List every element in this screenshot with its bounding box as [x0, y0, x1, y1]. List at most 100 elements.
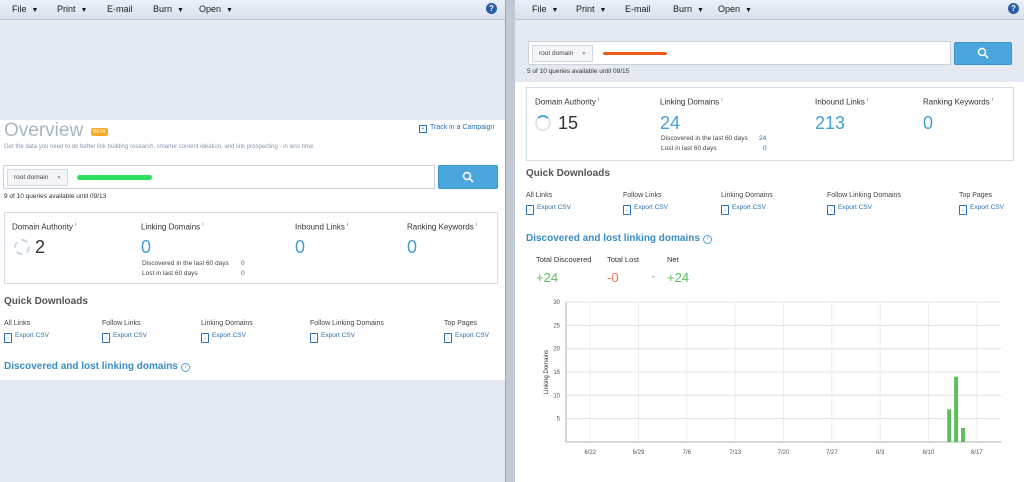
quick-downloads-heading: Quick Downloads: [526, 168, 610, 179]
overview-card: Overview BETA + Track in a Campaign Get t…: [0, 120, 505, 380]
domain-authority-value: 2: [35, 237, 46, 257]
ranking-keywords-value: 0: [923, 113, 934, 133]
info-icon[interactable]: i: [721, 97, 722, 103]
download-icon: ↓: [4, 333, 12, 343]
search-icon: [462, 171, 474, 183]
export-label: Export CSV: [113, 332, 147, 339]
export-csv-follow-links[interactable]: ↓ Export CSV: [102, 332, 147, 343]
export-csv-linking-domains[interactable]: ↓ Export CSV: [201, 332, 246, 343]
search-input[interactable]: root domain ▼: [3, 165, 435, 189]
email-menu[interactable]: E-mail: [107, 4, 133, 14]
blank-area: [0, 20, 505, 120]
export-label: Export CSV: [321, 332, 355, 339]
inbound-links-label: Inbound Links i: [815, 97, 868, 107]
info-icon[interactable]: i: [202, 222, 203, 228]
download-label-follow-links: Follow Links: [102, 320, 141, 327]
stats-separator: -: [652, 272, 655, 281]
help-icon[interactable]: ?: [486, 3, 497, 14]
chart-bar: [947, 409, 952, 442]
info-icon[interactable]: i: [598, 97, 599, 103]
search-button[interactable]: [438, 165, 498, 189]
track-campaign-link[interactable]: + Track in a Campaign: [419, 124, 494, 133]
export-csv-follow-links[interactable]: ↓ Export CSV: [623, 204, 668, 215]
plus-icon: +: [419, 125, 427, 133]
print-menu[interactable]: Print ▼: [576, 4, 606, 14]
info-icon[interactable]: i: [702, 235, 712, 244]
download-label-follow-links: Follow Links: [623, 192, 662, 199]
metrics-panel: Domain Authority i 2 Linking Domains i 0…: [4, 212, 498, 284]
right-browser-pane: File ▼ Print ▼ E-mail Burn ▼ Open ▼ ? root d…: [515, 0, 1024, 482]
file-menu[interactable]: File ▼: [12, 4, 38, 14]
export-csv-top-pages[interactable]: ↓ Export CSV: [959, 204, 1004, 215]
open-menu[interactable]: Open ▼: [718, 4, 752, 14]
info-icon[interactable]: i: [992, 97, 993, 103]
discovered-value[interactable]: 0: [241, 260, 245, 267]
export-csv-follow-linking-domains[interactable]: ↓ Export CSV: [827, 204, 872, 215]
export-label: Export CSV: [15, 332, 49, 339]
download-label-linking-domains: Linking Domains: [721, 192, 773, 199]
total-discovered-value: +24: [536, 270, 559, 285]
info-icon[interactable]: i: [476, 222, 477, 228]
page-title: Overview: [4, 120, 84, 141]
search-area: root domain ▼ 5 of 10 queries available u…: [515, 20, 1024, 82]
label-text: Ranking Keywords: [923, 97, 990, 107]
scope-label: root domain: [14, 174, 49, 181]
discovered-value[interactable]: 24: [759, 135, 766, 142]
x-tick-label: 7/6: [683, 450, 692, 456]
x-tick-label: 7/13: [729, 450, 741, 456]
lost-value[interactable]: 0: [241, 270, 245, 277]
metrics-panel: Domain Authority i 15 Linking Domains i …: [526, 87, 1014, 161]
burn-menu-label: Burn: [673, 4, 693, 14]
query-quota: 5 of 10 queries available until 09/15: [527, 68, 630, 75]
linking-domains-label: Linking Domains i: [141, 222, 204, 232]
scope-dropdown[interactable]: root domain ▼: [7, 169, 69, 186]
linking-domains-label: Linking Domains i: [660, 97, 723, 107]
file-menu-label: File: [12, 4, 27, 14]
chevron-down-icon: ▼: [226, 7, 233, 14]
burn-menu-label: Burn: [153, 4, 173, 14]
chevron-down-icon: ▼: [80, 7, 88, 14]
discovered-label: Discovered in the last 60 days: [142, 260, 229, 267]
help-icon[interactable]: ?: [1008, 3, 1019, 14]
export-csv-linking-domains[interactable]: ↓ Export CSV: [721, 204, 766, 215]
search-input[interactable]: root domain ▼: [528, 41, 951, 65]
info-icon[interactable]: i: [867, 97, 868, 103]
info-icon[interactable]: i: [347, 222, 348, 228]
y-tick-label: 5: [557, 417, 561, 423]
export-csv-all-links[interactable]: ↓ Export CSV: [4, 332, 49, 343]
download-label-all-links: All Links: [4, 320, 31, 327]
ranking-keywords-value: 0: [407, 237, 418, 257]
search-icon: [977, 47, 989, 59]
left-browser-pane: File ▼ Print ▼ E-mail Burn ▼ Open ▼ ? Overvi…: [0, 0, 505, 482]
export-csv-top-pages[interactable]: ↓ Export CSV: [444, 332, 489, 343]
print-menu[interactable]: Print ▼: [57, 4, 87, 14]
export-label: Export CSV: [537, 204, 571, 211]
download-icon: ↓: [444, 333, 452, 343]
export-csv-follow-linking-domains[interactable]: ↓ Export CSV: [310, 332, 355, 343]
chevron-down-icon: ▼: [177, 7, 184, 14]
domain-authority-label: Domain Authority i: [12, 222, 76, 232]
download-icon: ↓: [102, 333, 110, 343]
beta-badge: BETA: [91, 128, 108, 136]
email-menu[interactable]: E-mail: [625, 4, 651, 14]
chart-bar: [954, 376, 959, 442]
info-icon[interactable]: i: [180, 363, 190, 372]
heading-text: Discovered and lost linking domains: [4, 361, 178, 372]
discovered-label: Discovered in the last 60 days: [661, 135, 748, 142]
file-menu[interactable]: File ▼: [532, 4, 558, 14]
label-text: Linking Domains: [141, 222, 201, 232]
export-csv-all-links[interactable]: ↓ Export CSV: [526, 204, 571, 215]
download-label-follow-linking-domains: Follow Linking Domains: [310, 320, 384, 327]
info-icon[interactable]: i: [75, 222, 76, 228]
burn-menu[interactable]: Burn ▼: [153, 4, 184, 14]
y-axis-label: Linking Domains: [544, 350, 550, 394]
export-label: Export CSV: [455, 332, 489, 339]
scope-dropdown[interactable]: root domain ▼: [532, 45, 594, 62]
burn-menu[interactable]: Burn ▼: [673, 4, 704, 14]
lost-value[interactable]: 0: [763, 145, 767, 152]
search-button[interactable]: [954, 42, 1012, 65]
open-menu[interactable]: Open ▼: [199, 4, 233, 14]
label-text: Linking Domains: [660, 97, 720, 107]
redaction-mark: [77, 175, 152, 180]
total-lost-value: -0: [607, 270, 619, 285]
